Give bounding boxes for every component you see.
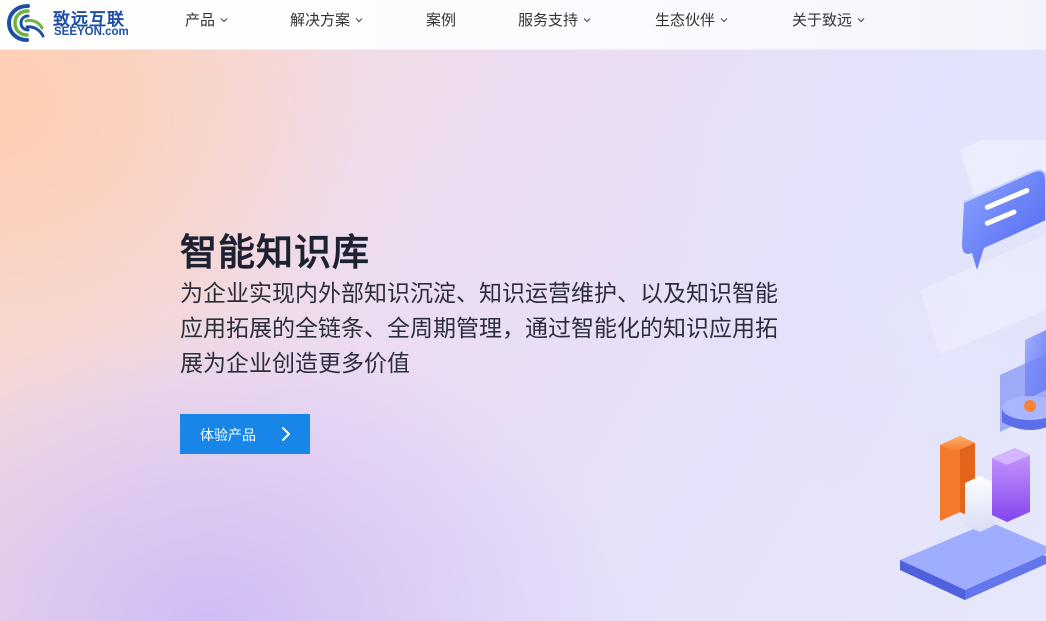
hero-banner: 智能知识库 为企业实现内外部知识沉淀、知识运营维护、以及知识智能应用拓展的全链条… (0, 50, 1046, 621)
nav-item-label: 产品 (185, 11, 216, 29)
chevron-down-icon (583, 18, 591, 23)
chevron-down-icon (720, 18, 728, 23)
nav-item-service-support[interactable]: 服务支持 (518, 0, 591, 40)
chevron-down-icon (355, 18, 363, 23)
nav-item-label: 生态伙伴 (655, 11, 716, 29)
nav-item-label: 案例 (426, 11, 457, 29)
hero-title: 智能知识库 (180, 231, 370, 274)
chevron-right-icon (282, 427, 290, 441)
nav-item-partners[interactable]: 生态伙伴 (655, 0, 728, 40)
top-nav-bar: 致远互联 SEEYON.com 产品 解决方案 案例 服务支持 生态伙伴 关于致… (0, 0, 1046, 50)
nav-item-label: 关于致远 (792, 11, 853, 29)
nav-item-label: 解决方案 (290, 11, 351, 29)
brand-name-en: SEEYON.com (54, 26, 129, 38)
try-product-button[interactable]: 体验产品 (180, 414, 310, 454)
nav-item-solutions[interactable]: 解决方案 (290, 0, 363, 40)
seeyon-logo-icon (6, 4, 45, 42)
nav-item-products[interactable]: 产品 (185, 0, 228, 40)
knowledge-base-illustration (900, 140, 1046, 600)
nav-item-label: 服务支持 (518, 11, 579, 29)
hero-description: 为企业实现内外部知识沉淀、知识运营维护、以及知识智能应用拓展的全链条、全周期管理… (180, 281, 778, 377)
chevron-down-icon (220, 18, 228, 23)
nav-item-about[interactable]: 关于致远 (792, 0, 865, 40)
nav-item-cases[interactable]: 案例 (426, 0, 456, 40)
cta-label: 体验产品 (200, 428, 256, 444)
brand-logo[interactable]: 致远互联 SEEYON.com (6, 3, 131, 43)
chevron-down-icon (857, 18, 865, 23)
